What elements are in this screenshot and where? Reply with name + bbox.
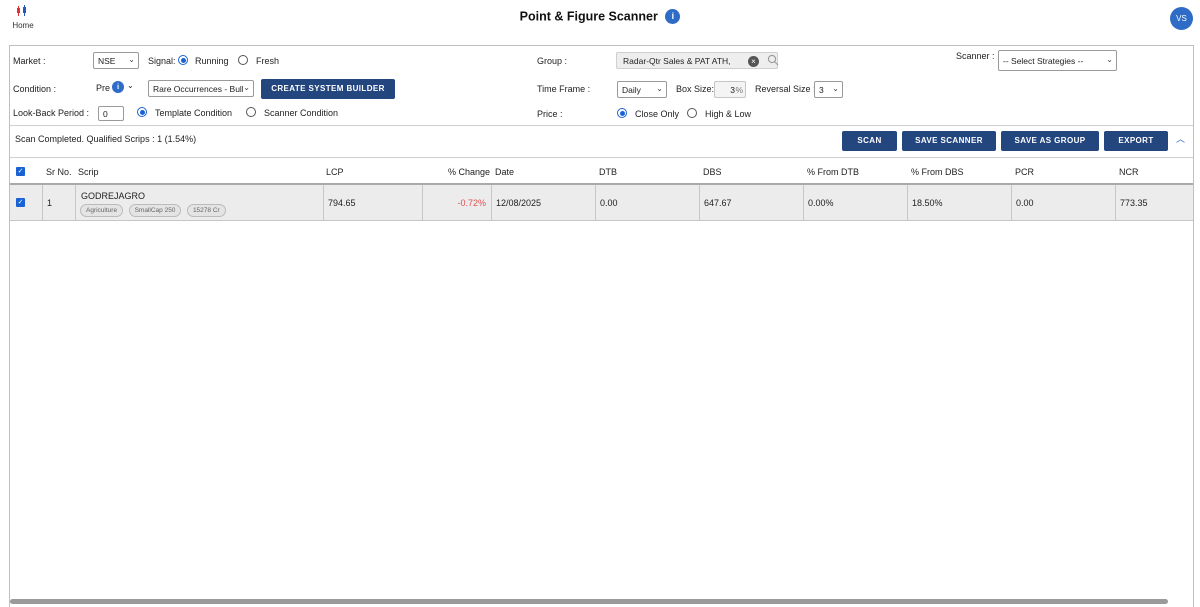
condition-prefix-select[interactable]: Pre i ⌄: [91, 80, 144, 97]
from-dtb-cell: 0.00%: [803, 185, 907, 221]
scanner-condition-radio[interactable]: [246, 107, 256, 117]
top-bar: Home Point & Figure Scanner i VS: [0, 0, 1200, 38]
create-system-builder-button[interactable]: CREATE SYSTEM BUILDER: [261, 79, 395, 99]
boxsize-label: Box Size:: [676, 84, 715, 94]
scan-button[interactable]: SCAN: [842, 131, 897, 151]
column-header-scrip[interactable]: Scrip: [78, 167, 99, 177]
template-condition-label: Template Condition: [155, 108, 233, 118]
signal-fresh-label: Fresh: [256, 56, 280, 66]
pcr-cell: 0.00: [1011, 185, 1115, 221]
index-tag: SmallCap 250: [128, 204, 182, 217]
price-high-low-label: High & Low: [705, 109, 752, 119]
column-header-pcr[interactable]: PCR: [1015, 167, 1034, 177]
table-header: ✓ Sr No. Scrip LCP % Change Date DTB DBS…: [10, 157, 1193, 185]
column-header-lcp[interactable]: LCP: [326, 167, 344, 177]
scanner-form: Market : NSE ⌄ Signal: Running Fresh Gro…: [10, 46, 1193, 126]
group-value: Radar-Qtr Sales & PAT ATH,: [623, 56, 731, 66]
scrip-name[interactable]: GODREJAGRO: [81, 191, 323, 201]
column-header-from-dtb[interactable]: % From DTB: [807, 167, 859, 177]
chevron-down-icon: ⌄: [1106, 55, 1113, 64]
sector-tag: Agriculture: [80, 204, 124, 217]
info-icon[interactable]: i: [112, 81, 124, 93]
lcp-cell: 794.65: [323, 185, 422, 221]
column-header-dtb[interactable]: DTB: [599, 167, 617, 177]
lookback-label: Look-Back Period :: [13, 108, 90, 118]
row-select-cell: ✓: [10, 185, 42, 221]
template-condition-radio[interactable]: [137, 107, 147, 117]
price-high-low-radio[interactable]: [687, 108, 697, 118]
reversal-label: Reversal Size :: [755, 84, 816, 94]
date-cell: 12/08/2025: [491, 185, 595, 221]
chevron-down-icon: ⌄: [656, 84, 663, 93]
timeframe-select[interactable]: Daily ⌄: [617, 81, 667, 98]
price-close-only-radio[interactable]: [617, 108, 627, 118]
save-scanner-button[interactable]: SAVE SCANNER: [902, 131, 996, 151]
dtb-cell: 0.00: [595, 185, 699, 221]
chevron-down-icon: ⌄: [832, 84, 839, 93]
timeframe-label: Time Frame :: [537, 84, 591, 94]
dbs-cell: 647.67: [699, 185, 803, 221]
reversal-value: 3: [819, 85, 824, 95]
signal-running-label: Running: [195, 56, 229, 66]
price-label: Price :: [537, 109, 563, 119]
info-icon[interactable]: i: [665, 9, 681, 24]
scanner-placeholder: -- Select Strategies --: [1003, 56, 1084, 66]
reversal-select[interactable]: 3 ⌄: [814, 81, 843, 98]
signal-label: Signal:: [148, 56, 176, 66]
clear-icon[interactable]: ×: [748, 56, 759, 67]
group-field[interactable]: Radar-Qtr Sales & PAT ATH, ×: [616, 52, 779, 69]
scan-status: Scan Completed. Qualified Scrips : 1 (1.…: [15, 134, 197, 144]
condition-select[interactable]: Rare Occurrences - Bulli ⌄: [148, 80, 254, 97]
ncr-cell: 773.35: [1115, 185, 1193, 221]
checkbox-checked-icon[interactable]: ✓: [16, 198, 25, 207]
group-label: Group :: [537, 56, 568, 66]
lookback-input[interactable]: 0: [98, 106, 124, 121]
lookback-value: 0: [103, 109, 108, 119]
chevron-up-icon[interactable]: ︿: [1176, 132, 1185, 145]
from-dbs-cell: 18.50%: [907, 185, 1011, 221]
condition-prefix: Pre: [96, 83, 111, 93]
boxsize-input[interactable]: 3 %: [714, 81, 746, 98]
chevron-down-icon: ⌄: [243, 83, 250, 92]
search-icon[interactable]: [767, 54, 779, 66]
scanner-select[interactable]: -- Select Strategies -- ⌄: [998, 50, 1117, 71]
market-value: NSE: [98, 56, 116, 66]
change-cell: -0.72%: [422, 185, 491, 221]
column-header-ncr[interactable]: NCR: [1119, 167, 1139, 177]
signal-running-radio[interactable]: [178, 55, 188, 65]
column-header-from-dbs[interactable]: % From DBS: [911, 167, 964, 177]
column-header-change[interactable]: % Change: [448, 167, 490, 177]
column-header-date[interactable]: Date: [495, 167, 514, 177]
export-button[interactable]: EXPORT: [1104, 131, 1168, 151]
horizontal-scrollbar[interactable]: [10, 599, 1168, 604]
save-as-group-button[interactable]: SAVE AS GROUP: [1001, 131, 1099, 151]
column-header-sr[interactable]: Sr No.: [46, 167, 72, 177]
scanner-label: Scanner :: [956, 51, 995, 61]
chevron-down-icon: ⌄: [127, 81, 134, 90]
sr-cell: 1: [42, 185, 75, 221]
condition-label: Condition :: [13, 84, 57, 94]
market-label: Market :: [13, 56, 46, 66]
chevron-down-icon: ⌄: [128, 55, 135, 64]
avatar[interactable]: VS: [1170, 7, 1193, 30]
price-close-only-label: Close Only: [635, 109, 680, 119]
condition-value: Rare Occurrences - Bulli: [153, 84, 246, 94]
checkbox-checked-icon[interactable]: ✓: [16, 167, 25, 176]
table-row[interactable]: ✓ 1 GODREJAGRO Agriculture SmallCap 250 …: [10, 185, 1193, 221]
scanner-condition-label: Scanner Condition: [264, 108, 339, 118]
market-select[interactable]: NSE ⌄: [93, 52, 139, 69]
timeframe-value: Daily: [622, 85, 641, 95]
scanner-panel: Market : NSE ⌄ Signal: Running Fresh Gro…: [9, 45, 1194, 607]
column-header-dbs[interactable]: DBS: [703, 167, 722, 177]
page-title: Point & Figure Scanner: [519, 9, 658, 24]
scrip-cell[interactable]: GODREJAGRO Agriculture SmallCap 250 1527…: [75, 185, 323, 221]
boxsize-unit: %: [735, 85, 743, 95]
marketcap-tag: 15278 Cr: [186, 204, 226, 217]
signal-fresh-radio[interactable]: [238, 55, 248, 65]
page-header: Point & Figure Scanner i: [0, 9, 1200, 24]
boxsize-value: 3: [730, 85, 735, 95]
form-divider: [10, 125, 1193, 126]
